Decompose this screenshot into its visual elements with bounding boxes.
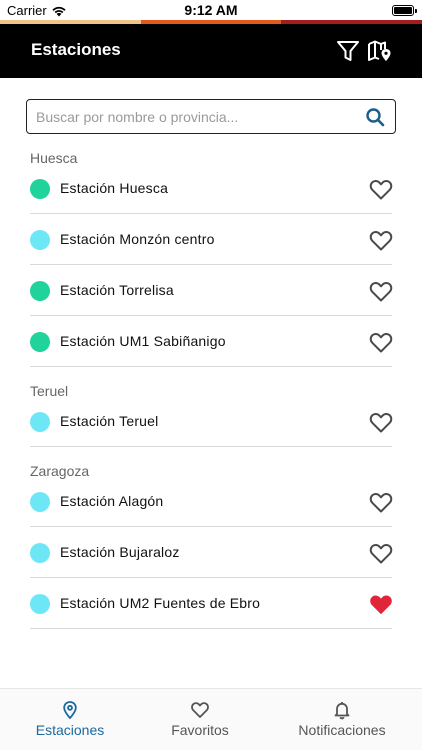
station-row[interactable]: Estación Teruel <box>30 396 394 447</box>
search-input[interactable] <box>36 106 346 127</box>
favorite-outline-icon[interactable] <box>368 279 394 303</box>
station-name: Estación Monzón centro <box>60 231 215 247</box>
favorite-outline-icon[interactable] <box>368 228 394 252</box>
battery-icon <box>392 5 417 16</box>
station-row[interactable]: Estación UM1 Sabiñanigo <box>30 316 394 367</box>
station-name: Estación UM1 Sabiñanigo <box>60 333 226 349</box>
station-row[interactable]: Estación Huesca <box>30 163 394 214</box>
tab-label: Estaciones <box>35 722 105 738</box>
status-dot <box>30 281 50 301</box>
search-box <box>26 99 396 134</box>
station-name: Estación UM2 Fuentes de Ebro <box>60 595 261 611</box>
bell-icon <box>334 702 350 720</box>
status-dot <box>30 230 50 250</box>
status-dot <box>30 594 50 614</box>
app-header: Estaciones <box>0 24 422 78</box>
status-dot <box>30 492 50 512</box>
status-dot <box>30 332 50 352</box>
station-name: Estación Huesca <box>60 180 169 196</box>
status-dot <box>30 543 50 563</box>
station-row[interactable]: Estación Monzón centro <box>30 214 394 265</box>
tab-estaciones[interactable]: Estaciones <box>0 689 140 750</box>
search-icon[interactable] <box>365 107 385 127</box>
status-time: 9:12 AM <box>184 2 238 18</box>
favorite-outline-icon[interactable] <box>368 330 394 354</box>
favorite-outline-icon[interactable] <box>368 177 394 201</box>
status-dot <box>30 412 50 432</box>
station-name: Estación Teruel <box>60 413 159 429</box>
tab-bar: Estaciones Favoritos Notificaciones <box>0 688 422 750</box>
location-pin-icon <box>63 701 77 720</box>
tab-label: Notificaciones <box>298 722 386 738</box>
favorite-filled-icon[interactable] <box>368 592 394 616</box>
station-name: Estación Torrelisa <box>60 282 174 298</box>
status-bar: Carrier 9:12 AM <box>0 0 422 20</box>
station-row[interactable]: Estación Alagón <box>30 476 394 527</box>
status-dot <box>30 179 50 199</box>
tab-label: Favoritos <box>171 722 229 738</box>
favorite-outline-icon[interactable] <box>368 541 394 565</box>
station-name: Estación Alagón <box>60 493 164 509</box>
tab-notificaciones[interactable]: Notificaciones <box>272 689 412 750</box>
heart-icon <box>191 702 209 718</box>
favorite-outline-icon[interactable] <box>368 410 394 434</box>
station-row[interactable]: Estación UM2 Fuentes de Ebro <box>30 578 392 629</box>
station-row[interactable]: Estación Torrelisa <box>30 265 394 316</box>
page-title: Estaciones <box>31 40 121 59</box>
tab-favoritos[interactable]: Favoritos <box>130 689 270 750</box>
map-pin-icon[interactable] <box>366 37 394 65</box>
filter-icon[interactable] <box>334 37 362 65</box>
station-row[interactable]: Estación Bujaraloz <box>30 527 394 578</box>
station-name: Estación Bujaraloz <box>60 544 180 560</box>
favorite-outline-icon[interactable] <box>368 490 394 514</box>
